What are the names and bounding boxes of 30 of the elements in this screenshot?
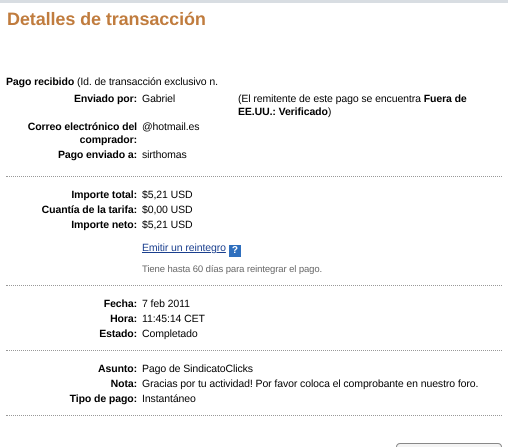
field-label: Enviado por:	[74, 93, 137, 105]
field-label: Nota:	[110, 378, 137, 390]
field-label: Tipo de pago:	[70, 393, 137, 405]
field-value: Instantáneo	[142, 393, 196, 405]
intro-text: Pago recibido (Id. de transacción exclusivo n.	[6, 76, 219, 88]
sender-note: (El remitente de este pago se encuentra Fuera de EE.UU.: Verificado)	[238, 93, 468, 119]
field-value: Gracias por tu actividad! Por favor coloca el comprobante en nuestro foro.	[142, 378, 478, 390]
field-label: Pago enviado a:	[58, 149, 137, 161]
field-value: $5,21 USD	[142, 189, 192, 201]
field-value: @hotmail.es	[142, 121, 200, 133]
hint-text: Tiene hasta 60 días para reintegrar el pago.	[142, 264, 322, 275]
field-value: $0,00 USD	[142, 204, 192, 216]
page-title: Detalles de transacción	[7, 9, 207, 30]
field-label: Cuantía de la tarifa:	[42, 204, 137, 216]
field-label: Estado:	[99, 328, 137, 340]
help-icon[interactable]: ?	[228, 245, 241, 257]
field-value: Pago de SindicatoClicks	[142, 363, 253, 375]
field-value: 11:45:14 CET	[142, 313, 205, 325]
field-label: Fecha:	[104, 298, 137, 310]
field-label: Importe neto:	[71, 219, 137, 231]
field-value: $5,21 USD	[142, 219, 192, 231]
field-value: 7 feb 2011	[142, 298, 190, 310]
refund-link[interactable]: Emitir un reintegro	[142, 242, 226, 254]
field-label: Hora:	[110, 313, 137, 325]
field-label: Asunto:	[98, 363, 137, 375]
field-label: Correo electrónico del comprador:	[28, 121, 137, 146]
field-value: Gabriel	[142, 93, 176, 107]
field-label: Importe total:	[71, 189, 137, 201]
field-value: sirthomas	[142, 149, 187, 161]
field-value: Completado	[142, 328, 198, 340]
